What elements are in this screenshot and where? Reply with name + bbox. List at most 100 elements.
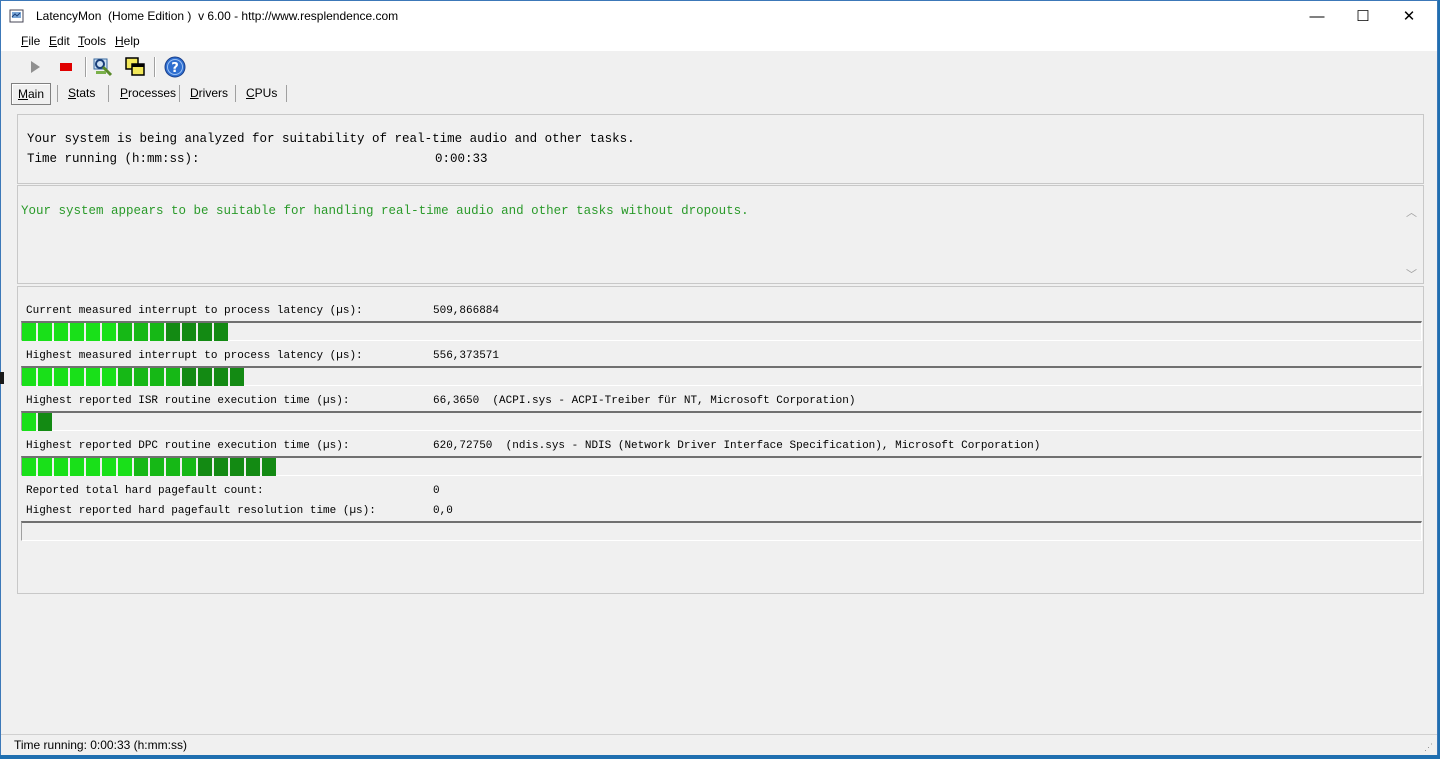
menu-file[interactable]: File bbox=[21, 34, 40, 48]
progress-segment bbox=[214, 368, 228, 386]
tab-processes[interactable]: Processes bbox=[114, 83, 182, 103]
tab-drivers[interactable]: Drivers bbox=[184, 83, 234, 103]
progress-bar-fill bbox=[22, 413, 54, 431]
progress-segment bbox=[182, 458, 196, 476]
verdict-textbox[interactable]: Your system appears to be suitable for h… bbox=[18, 202, 1423, 283]
svg-text:?: ? bbox=[171, 61, 179, 76]
maximize-icon: ☐ bbox=[1356, 8, 1370, 25]
metric-value: 509,866884 bbox=[433, 305, 500, 317]
tab-stats[interactable]: Stats bbox=[62, 83, 101, 103]
analysis-status-text: Your system is being analyzed for suitab… bbox=[27, 132, 635, 146]
tab-cpus[interactable]: CPUs bbox=[240, 83, 283, 103]
progress-segment bbox=[54, 368, 68, 386]
tab-main[interactable]: Main bbox=[11, 83, 52, 105]
progress-bar-fill bbox=[22, 323, 230, 341]
windows-button[interactable] bbox=[124, 56, 146, 78]
progress-segment bbox=[118, 458, 132, 476]
progress-segment bbox=[198, 458, 212, 476]
progress-bar bbox=[21, 411, 1422, 431]
metric-value: 0,0 bbox=[433, 505, 453, 517]
tab-separator bbox=[57, 85, 58, 102]
window-title: LatencyMon (Home Edition ) v 6.00 - http… bbox=[36, 9, 399, 23]
metrics-panel: Current measured interrupt to process la… bbox=[17, 286, 1424, 594]
tab-separator bbox=[286, 85, 287, 102]
progress-segment bbox=[246, 458, 260, 476]
menu-edit[interactable]: Edit bbox=[49, 34, 70, 48]
progress-bar bbox=[21, 321, 1422, 341]
verdict-message: Your system appears to be suitable for h… bbox=[21, 204, 749, 218]
progress-segment bbox=[38, 323, 52, 341]
analyze-button[interactable] bbox=[92, 56, 114, 78]
metric-value: 0 bbox=[433, 485, 440, 497]
tab-separator bbox=[235, 85, 236, 102]
progress-segment bbox=[86, 458, 100, 476]
progress-segment bbox=[134, 323, 148, 341]
stop-button[interactable] bbox=[55, 56, 77, 78]
toolbar-separator bbox=[154, 57, 156, 77]
metric-label: Highest measured interrupt to process la… bbox=[26, 350, 363, 362]
progress-segment bbox=[22, 368, 36, 386]
stop-icon bbox=[60, 63, 72, 71]
help-icon: ? bbox=[164, 56, 186, 78]
progress-segment bbox=[102, 458, 116, 476]
progress-segment bbox=[166, 323, 180, 341]
progress-segment bbox=[22, 413, 36, 431]
progress-segment bbox=[22, 323, 36, 341]
progress-segment bbox=[38, 458, 52, 476]
metric-label: Highest reported hard pagefault resoluti… bbox=[26, 505, 376, 517]
menu-bar: File Edit Tools Help bbox=[1, 31, 1437, 51]
scroll-down-icon[interactable]: ﹀ bbox=[1406, 266, 1417, 282]
status-bar-text: Time running: 0:00:33 (h:mm:ss) bbox=[14, 738, 187, 752]
tab-separator bbox=[108, 85, 109, 102]
menu-help[interactable]: Help bbox=[115, 34, 140, 48]
progress-segment bbox=[134, 458, 148, 476]
progress-segment bbox=[86, 368, 100, 386]
time-running-label: Time running (h:mm:ss): bbox=[27, 152, 200, 166]
progress-bar-fill bbox=[22, 368, 246, 386]
tab-separator bbox=[179, 85, 180, 102]
metric-label: Highest reported DPC routine execution t… bbox=[26, 440, 350, 452]
windows-icon bbox=[125, 57, 145, 76]
metric-value: 556,373571 bbox=[433, 350, 500, 362]
time-running-value: 0:00:33 bbox=[435, 152, 488, 166]
progress-segment bbox=[230, 368, 244, 386]
scroll-up-icon[interactable]: ︿ bbox=[1406, 204, 1417, 220]
status-bar: Time running: 0:00:33 (h:mm:ss) ⋰ bbox=[1, 734, 1437, 755]
resize-grip-icon[interactable]: ⋰ bbox=[1424, 742, 1433, 753]
progress-segment bbox=[118, 368, 132, 386]
progress-segment bbox=[22, 458, 36, 476]
latencymon-window: LatencyMon (Home Edition ) v 6.00 - http… bbox=[0, 0, 1438, 755]
progress-segment bbox=[262, 458, 276, 476]
start-button[interactable] bbox=[24, 56, 46, 78]
app-icon bbox=[9, 9, 24, 23]
toolbar-separator bbox=[85, 57, 87, 77]
help-button[interactable]: ? bbox=[164, 56, 186, 78]
progress-segment bbox=[38, 413, 52, 431]
progress-segment bbox=[182, 368, 196, 386]
title-bar[interactable]: LatencyMon (Home Edition ) v 6.00 - http… bbox=[1, 1, 1437, 31]
progress-bar bbox=[21, 366, 1422, 386]
progress-segment bbox=[54, 458, 68, 476]
progress-segment bbox=[70, 368, 84, 386]
progress-segment bbox=[54, 323, 68, 341]
progress-segment bbox=[150, 458, 164, 476]
progress-bar bbox=[21, 456, 1422, 476]
analyze-icon bbox=[93, 58, 113, 77]
progress-segment bbox=[198, 323, 212, 341]
minimize-button[interactable]: — bbox=[1294, 1, 1340, 31]
menu-tools[interactable]: Tools bbox=[78, 34, 106, 48]
progress-segment bbox=[118, 323, 132, 341]
progress-segment bbox=[70, 323, 84, 341]
maximize-button[interactable]: ☐ bbox=[1340, 1, 1386, 31]
minimize-icon: — bbox=[1309, 7, 1325, 25]
progress-segment bbox=[230, 458, 244, 476]
analysis-status-panel: Your system is being analyzed for suitab… bbox=[17, 114, 1424, 184]
metric-label: Reported total hard pagefault count: bbox=[26, 485, 264, 497]
progress-segment bbox=[70, 458, 84, 476]
progress-segment bbox=[134, 368, 148, 386]
verdict-panel: Your system appears to be suitable for h… bbox=[17, 185, 1424, 284]
close-button[interactable]: ✕ bbox=[1386, 1, 1432, 31]
progress-segment bbox=[102, 368, 116, 386]
progress-segment bbox=[38, 368, 52, 386]
progress-segment bbox=[150, 368, 164, 386]
